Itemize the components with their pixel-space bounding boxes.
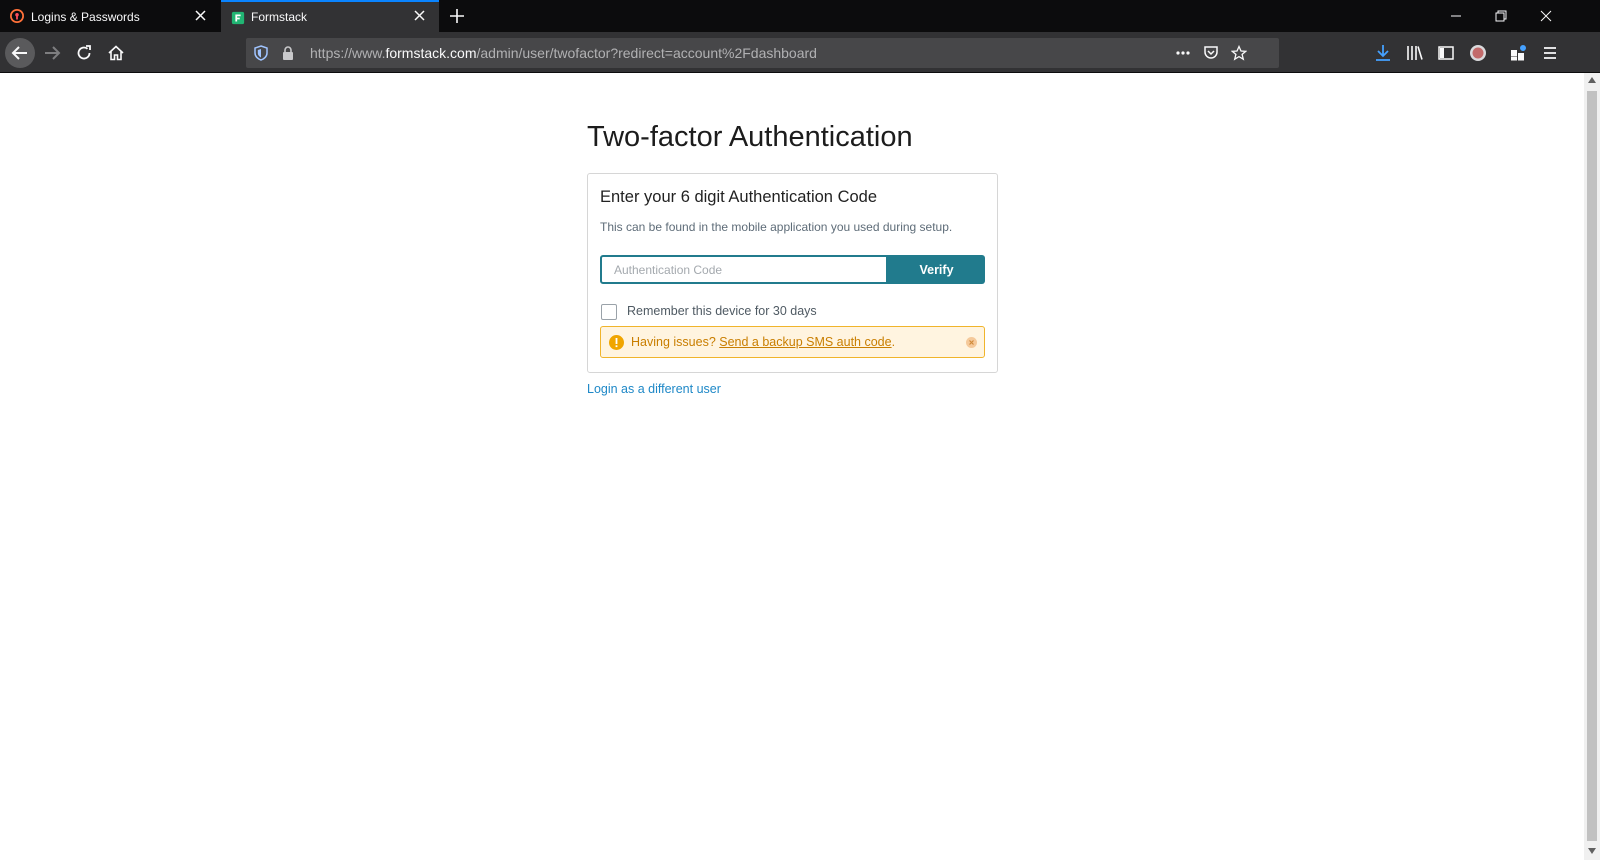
home-button[interactable]	[101, 38, 131, 68]
close-window-icon[interactable]	[1540, 10, 1552, 22]
alert-prefix: Having issues?	[631, 335, 716, 349]
navigation-toolbar: https://www.formstack.com/admin/user/two…	[0, 32, 1600, 73]
card-subtext: This can be found in the mobile applicat…	[600, 220, 953, 234]
authentication-code-input[interactable]	[600, 255, 888, 284]
login-as-different-user-link[interactable]: Login as a different user	[587, 382, 721, 396]
lock-icon[interactable]	[280, 45, 296, 61]
url-prefix: https://www.	[310, 45, 386, 61]
send-backup-sms-link[interactable]: Send a backup SMS auth code	[719, 335, 891, 349]
pocket-icon[interactable]	[1203, 45, 1219, 61]
minimize-window-icon[interactable]	[1450, 10, 1462, 22]
library-icon[interactable]	[1406, 44, 1424, 62]
verify-button[interactable]: Verify	[888, 255, 985, 284]
back-arrow-icon	[11, 46, 27, 60]
sidebar-toggle-icon[interactable]	[1437, 44, 1455, 62]
bookmark-star-icon[interactable]	[1231, 45, 1247, 61]
reload-button[interactable]	[69, 38, 99, 68]
alert-text: Having issues? Send a backup SMS auth co…	[631, 335, 895, 349]
lockwise-icon	[10, 9, 24, 23]
card-heading: Enter your 6 digit Authentication Code	[600, 188, 878, 206]
remember-device-checkbox[interactable]	[601, 304, 617, 320]
extensions-icon[interactable]	[1509, 44, 1527, 62]
tab-title: Formstack	[251, 10, 308, 24]
tab-formstack[interactable]: Formstack	[221, 0, 439, 32]
downloads-icon[interactable]	[1374, 44, 1392, 62]
forward-arrow-icon	[45, 46, 61, 60]
forward-button[interactable]	[37, 38, 67, 68]
page-content: Two-factor Authentication Enter your 6 d…	[0, 73, 1584, 860]
remember-device-label[interactable]: Remember this device for 30 days	[627, 304, 817, 318]
tracking-protection-shield-icon[interactable]	[253, 45, 269, 61]
new-tab-plus-icon[interactable]	[449, 8, 465, 24]
url-path: /admin/user/twofactor?redirect=account%2…	[476, 45, 817, 61]
scroll-down-arrow-icon[interactable]	[1588, 848, 1596, 854]
back-button[interactable]	[5, 38, 35, 68]
tab-logins-passwords[interactable]: Logins & Passwords	[0, 0, 220, 32]
alert-suffix: .	[891, 335, 896, 349]
reload-icon	[77, 45, 91, 60]
restore-window-icon[interactable]	[1495, 10, 1507, 22]
hamburger-menu-icon[interactable]	[1541, 44, 1559, 62]
page-actions-menu-icon[interactable]	[1175, 45, 1191, 61]
tab-title: Logins & Passwords	[31, 10, 140, 24]
close-tab-icon[interactable]	[414, 10, 425, 21]
home-icon	[108, 45, 124, 61]
dismiss-alert-icon[interactable]	[966, 337, 977, 348]
close-tab-icon[interactable]	[195, 10, 206, 21]
scrollbar-thumb[interactable]	[1587, 91, 1597, 841]
address-bar[interactable]: https://www.formstack.com/admin/user/two…	[246, 38, 1279, 68]
formstack-favicon	[231, 11, 245, 25]
page-scrollbar[interactable]	[1584, 73, 1600, 860]
warning-icon	[609, 335, 624, 350]
firefox-account-avatar-icon[interactable]	[1469, 44, 1487, 62]
url-text[interactable]: https://www.formstack.com/admin/user/two…	[310, 45, 817, 61]
backup-sms-alert: Having issues? Send a backup SMS auth co…	[600, 326, 985, 358]
auth-code-card: Enter your 6 digit Authentication Code T…	[587, 173, 998, 373]
scroll-up-arrow-icon[interactable]	[1588, 77, 1596, 83]
page-title: Two-factor Authentication	[587, 121, 913, 153]
url-host: formstack.com	[385, 45, 477, 61]
tab-strip: Logins & Passwords Formstack	[0, 0, 1600, 32]
